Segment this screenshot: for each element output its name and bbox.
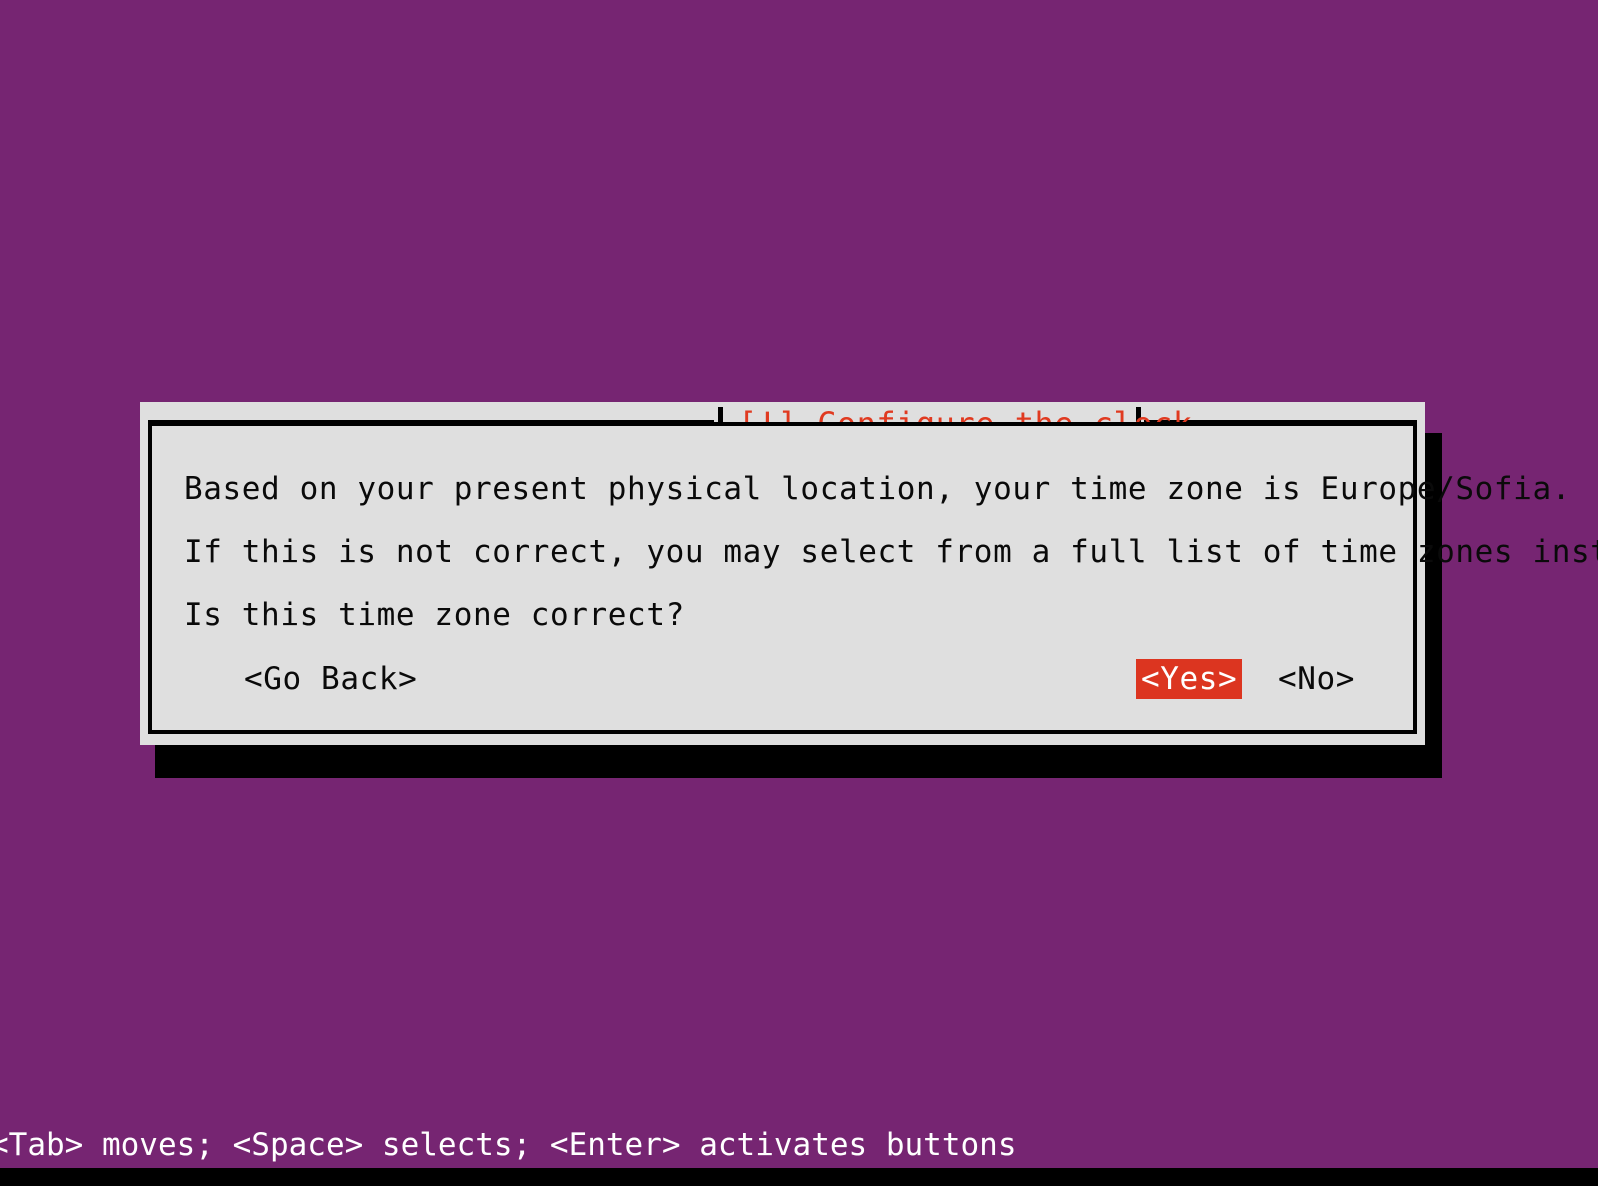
dialog-text-line-1: Based on your present physical location,… bbox=[184, 471, 1571, 507]
bottom-black-strip bbox=[0, 1168, 1598, 1186]
terminal-screen: [!] Configure the clock Based on your pr… bbox=[0, 0, 1598, 1186]
yes-button[interactable]: <Yes> bbox=[1136, 659, 1243, 699]
dialog-shadow-bottom bbox=[155, 745, 1442, 778]
dialog-text-line-2: If this is not correct, you may select f… bbox=[184, 534, 1598, 570]
configure-clock-dialog: [!] Configure the clock Based on your pr… bbox=[140, 402, 1598, 745]
dialog-inner-frame: Based on your present physical location,… bbox=[148, 422, 1598, 734]
dialog-button-row: <Go Back> <Yes> <No> bbox=[152, 659, 1413, 701]
keyboard-help-status-line: <Tab> moves; <Space> selects; <Enter> ac… bbox=[0, 1127, 1017, 1163]
no-button[interactable]: <No> bbox=[1276, 659, 1357, 699]
dialog-text-line-3: Is this time zone correct? bbox=[184, 597, 685, 633]
go-back-button[interactable]: <Go Back> bbox=[242, 659, 419, 699]
